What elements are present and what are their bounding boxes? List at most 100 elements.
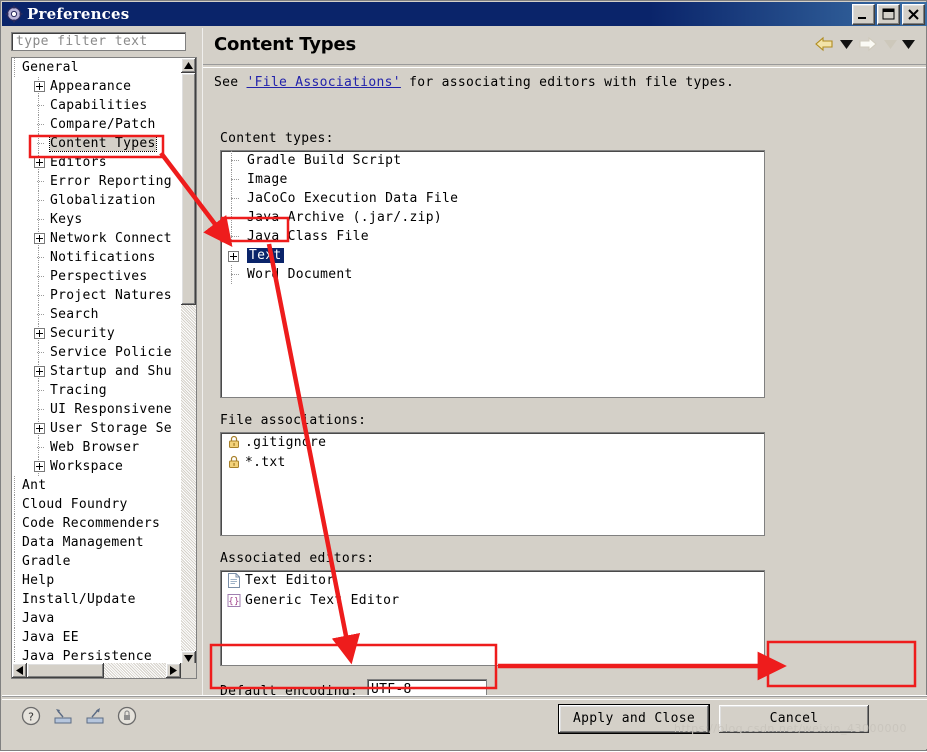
tree-scroll-thumb[interactable]: [181, 73, 196, 305]
sidebar-item-ant[interactable]: Ant: [12, 476, 182, 495]
sidebar-item-capabilities[interactable]: Capabilities: [12, 96, 182, 115]
sidebar-item-project-natures[interactable]: Project Natures: [12, 286, 182, 305]
expand-plus-icon[interactable]: [34, 157, 45, 168]
tree-guide-line: [231, 189, 233, 208]
sidebar-item-label: Startup and Shu: [50, 364, 172, 379]
filter-placeholder: type filter text: [16, 34, 148, 49]
content-type-item[interactable]: JaCoCo Execution Data File: [221, 189, 764, 208]
sidebar-item-data-management[interactable]: Data Management: [12, 533, 182, 552]
associated-editors-list[interactable]: Text Editor {} Generic Text Editor: [220, 570, 765, 666]
back-menu-chevron-down-icon[interactable]: [840, 36, 854, 56]
tree-scroll-track[interactable]: [181, 305, 196, 651]
sidebar-item-appearance[interactable]: Appearance: [12, 77, 182, 96]
sidebar-item-notifications[interactable]: Notifications: [12, 248, 182, 267]
sidebar-item-workspace[interactable]: Workspace: [12, 457, 182, 476]
secure-storage-icon[interactable]: [116, 705, 138, 727]
sidebar-item-user-storage-se[interactable]: User Storage Se: [12, 419, 182, 438]
sidebar-item-label: Search: [50, 307, 99, 322]
sidebar-item-compare-patch[interactable]: Compare/Patch: [12, 115, 182, 134]
tree-branch-dash: [37, 390, 44, 392]
sidebar-item-editors[interactable]: Editors: [12, 153, 182, 172]
sidebar-item-gradle[interactable]: Gradle: [12, 552, 182, 571]
content-type-item[interactable]: Java Class File: [221, 227, 764, 246]
file-associations-link[interactable]: 'File Associations': [247, 75, 401, 90]
svg-text:{}: {}: [228, 597, 239, 607]
content-type-item[interactable]: Java Archive (.jar/.zip): [221, 208, 764, 227]
content-types-list[interactable]: Gradle Build Script Image JaCoCo Execution…: [220, 150, 765, 398]
expand-plus-icon[interactable]: [34, 461, 45, 472]
description-suffix: for associating editors with file types.: [400, 75, 735, 90]
tree-hscroll-thumb[interactable]: [27, 663, 104, 678]
content-type-label: Text: [247, 248, 284, 263]
expand-plus-icon[interactable]: [34, 328, 45, 339]
title-bar: Preferences: [2, 2, 927, 26]
sidebar-item-label: Content Types: [49, 135, 157, 152]
sidebar-item-keys[interactable]: Keys: [12, 210, 182, 229]
content-type-item[interactable]: Image: [221, 170, 764, 189]
associated-editor-item[interactable]: {} Generic Text Editor: [221, 591, 764, 611]
preferences-dialog: Preferences type filter text General Appe…: [0, 0, 927, 751]
close-button[interactable]: [902, 3, 925, 25]
sidebar-item-security[interactable]: Security: [12, 324, 182, 343]
sidebar-item-java-ee[interactable]: Java EE: [12, 628, 182, 647]
sidebar-item-perspectives[interactable]: Perspectives: [12, 267, 182, 286]
sidebar-item-globalization[interactable]: Globalization: [12, 191, 182, 210]
tree-branch-dash: [37, 352, 44, 354]
tree-vertical-scrollbar[interactable]: [181, 58, 196, 666]
forward-arrow-icon[interactable]: [858, 36, 880, 56]
lock-icon: [227, 435, 243, 451]
content-type-item[interactable]: Text: [221, 246, 764, 265]
sidebar-item-web-browser[interactable]: Web Browser: [12, 438, 182, 457]
sidebar-item-cloud-foundry[interactable]: Cloud Foundry: [12, 495, 182, 514]
filter-input-wrapper[interactable]: type filter text: [11, 32, 186, 51]
overflow-menu-chevron-down-icon[interactable]: [902, 36, 916, 56]
file-association-item-label: .gitignore: [245, 435, 327, 450]
sidebar-item-label: Ant: [22, 478, 47, 493]
content-type-item[interactable]: Word Document: [221, 265, 764, 284]
expand-plus-icon[interactable]: [34, 233, 45, 244]
sidebar-item-label: Security: [50, 326, 116, 341]
sidebar-item-tracing[interactable]: Tracing: [12, 381, 182, 400]
file-association-item[interactable]: .gitignore: [221, 433, 764, 453]
export-icon[interactable]: [84, 705, 106, 727]
scroll-left-arrow[interactable]: [12, 663, 27, 678]
tree-branch-dash: [37, 295, 44, 297]
sidebar-item-general[interactable]: General: [12, 58, 182, 77]
sidebar-item-ui-responsivene[interactable]: UI Responsivene: [12, 400, 182, 419]
preferences-tree[interactable]: General Appearance Capabilities Compare/Pat…: [11, 57, 197, 679]
expand-plus-icon[interactable]: [34, 81, 45, 92]
sidebar-item-content-types[interactable]: Content Types: [12, 134, 182, 153]
tree-horizontal-scrollbar[interactable]: [12, 663, 196, 678]
sidebar-item-install-update[interactable]: Install/Update: [12, 590, 182, 609]
back-arrow-icon[interactable]: [814, 36, 836, 56]
file-association-item[interactable]: *.txt: [221, 453, 764, 473]
sidebar-item-code-recommenders[interactable]: Code Recommenders: [12, 514, 182, 533]
help-icon[interactable]: ?: [20, 705, 42, 727]
sidebar-item-startup-and-shu[interactable]: Startup and Shu: [12, 362, 182, 381]
sidebar-item-search[interactable]: Search: [12, 305, 182, 324]
sidebar-item-help[interactable]: Help: [12, 571, 182, 590]
content-type-label: Word Document: [247, 267, 353, 282]
tree-guide-line: [14, 533, 16, 552]
content-type-item[interactable]: Gradle Build Script: [221, 151, 764, 170]
maximize-button[interactable]: [877, 3, 900, 25]
expand-plus-icon[interactable]: [34, 366, 45, 377]
sidebar-item-label: General: [22, 60, 79, 75]
tree-branch-dash: [37, 143, 44, 145]
associated-editor-item[interactable]: Text Editor: [221, 571, 764, 591]
page-description: See 'File Associations' for associating …: [214, 75, 734, 90]
import-icon[interactable]: [52, 705, 74, 727]
sidebar-item-java[interactable]: Java: [12, 609, 182, 628]
expand-plus-icon[interactable]: [34, 423, 45, 434]
sidebar-item-label: User Storage Se: [50, 421, 172, 436]
scroll-up-arrow[interactable]: [181, 58, 196, 73]
sidebar-item-network-connect[interactable]: Network Connect: [12, 229, 182, 248]
sidebar-item-error-reporting[interactable]: Error Reporting: [12, 172, 182, 191]
file-associations-list[interactable]: .gitignore *.txt: [220, 432, 765, 536]
sidebar-item-label: Java EE: [22, 630, 79, 645]
scroll-right-arrow[interactable]: [166, 663, 181, 678]
expand-plus-icon[interactable]: [228, 251, 239, 262]
tree-hscroll-track[interactable]: [104, 663, 166, 678]
minimize-button[interactable]: [852, 3, 875, 25]
sidebar-item-service-policie[interactable]: Service Policie: [12, 343, 182, 362]
